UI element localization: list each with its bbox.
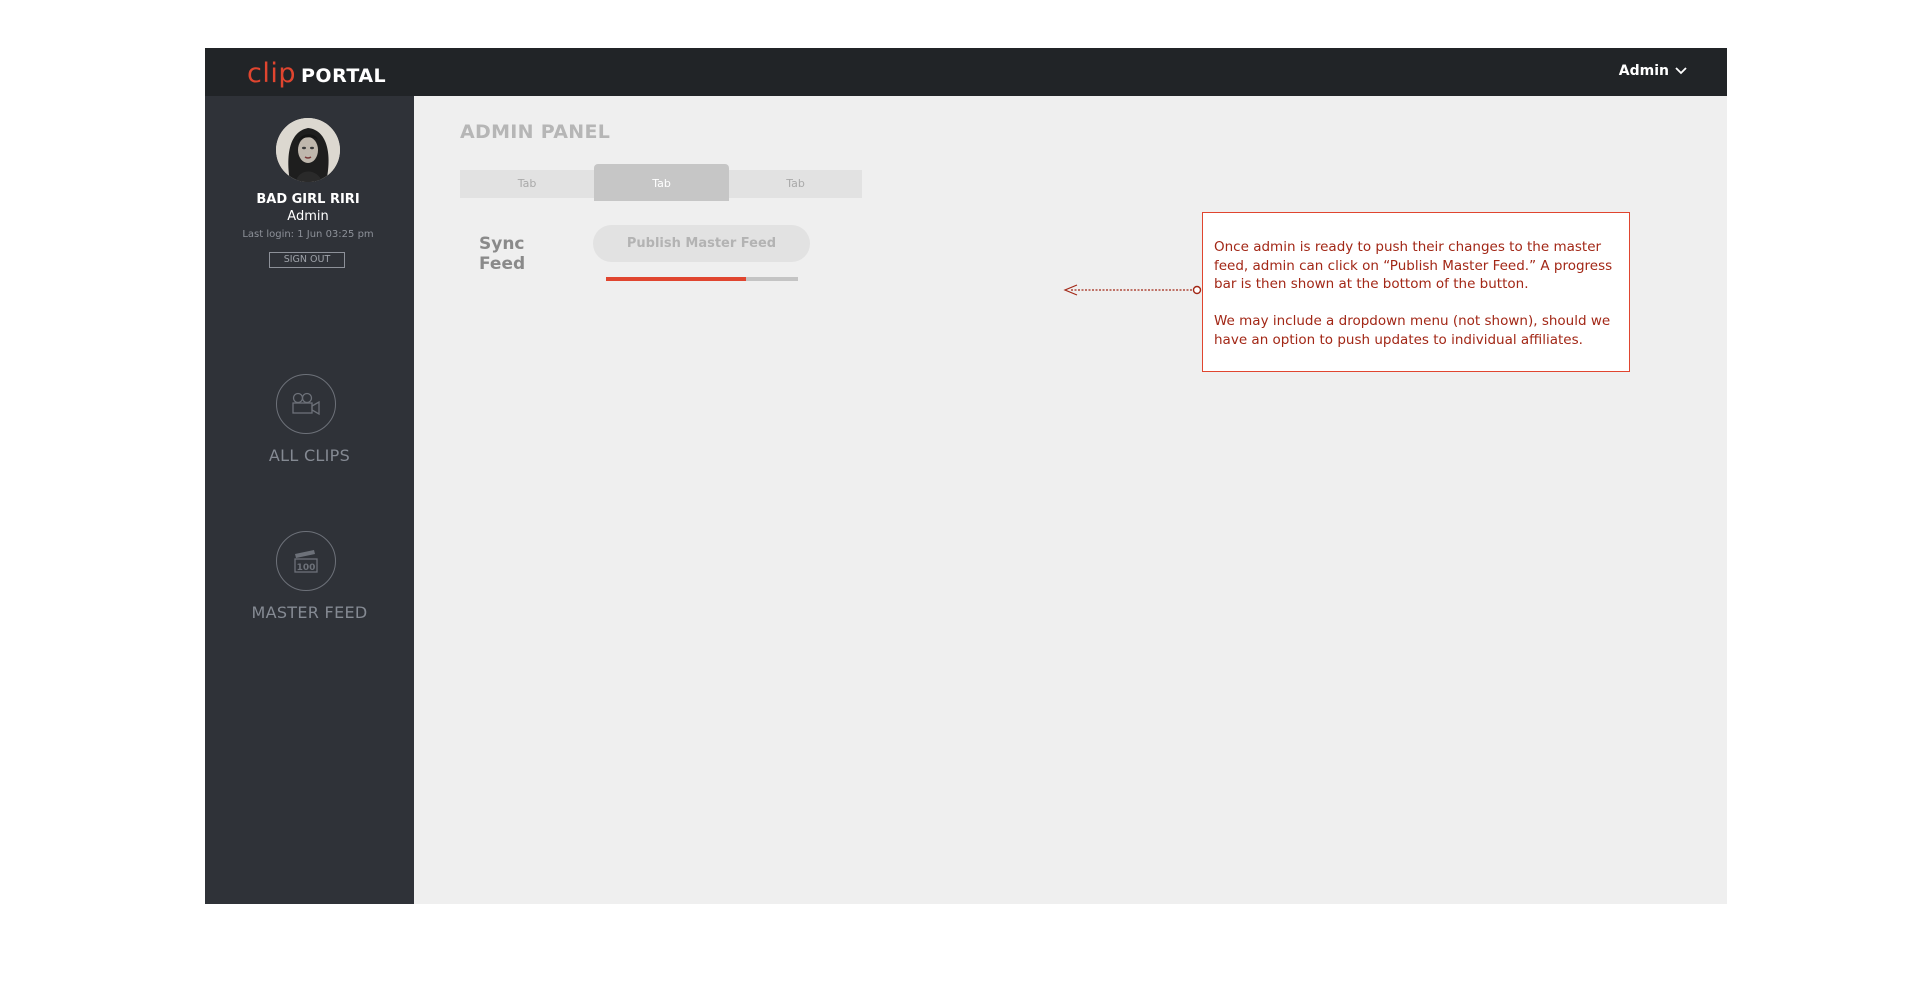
nav-icon-circle: 100: [276, 531, 336, 591]
clip-portal-logo[interactable]: clip PORTAL: [247, 58, 386, 89]
svg-text:100: 100: [297, 563, 316, 573]
annotation-paragraph-1: Once admin is ready to push their change…: [1214, 239, 1613, 292]
sync-feed-label: Sync Feed: [479, 234, 526, 274]
user-role: Admin: [287, 209, 329, 224]
annotation-arrow-connector: [1063, 284, 1202, 296]
tab-1[interactable]: Tab: [460, 170, 594, 198]
annotation-paragraph-2: We may include a dropdown menu (not show…: [1214, 313, 1611, 348]
avatar-portrait-image: [276, 118, 340, 182]
sidebar-item-label: ALL CLIPS: [268, 446, 351, 465]
page-title: ADMIN PANEL: [460, 121, 611, 143]
tab-bar: Tab Tab Tab: [460, 164, 862, 201]
tab-3[interactable]: Tab: [729, 170, 862, 198]
top-bar: clip PORTAL Admin: [205, 48, 1727, 96]
logo-portal-text: PORTAL: [301, 65, 387, 87]
sidebar: BAD GIRL RIRI Admin Last login: 1 Jun 03…: [205, 96, 414, 904]
chevron-down-icon: [1675, 67, 1687, 75]
publish-progress-bar: [606, 277, 798, 281]
nav-icon-circle: [276, 374, 336, 434]
publish-progress-fill: [606, 277, 747, 281]
admin-menu-label: Admin: [1618, 63, 1669, 79]
app-window: clip PORTAL Admin BAD GIRL RIRI Admin La…: [205, 48, 1727, 904]
clapperboard-feed-icon: 100: [294, 550, 318, 573]
avatar[interactable]: [276, 118, 340, 182]
sign-out-button[interactable]: SIGN OUT: [269, 252, 345, 268]
user-name: BAD GIRL RIRI: [256, 192, 360, 207]
admin-user-menu[interactable]: Admin: [1619, 63, 1687, 79]
annotation-note: Once admin is ready to push their change…: [1202, 212, 1630, 372]
video-camera-icon: [292, 392, 320, 416]
logo-clip-text: clip: [247, 58, 296, 89]
tab-2-active[interactable]: Tab: [594, 164, 729, 201]
publish-master-feed-button[interactable]: Publish Master Feed: [593, 225, 810, 262]
last-login-text: Last login: 1 Jun 03:25 pm: [242, 229, 374, 240]
sidebar-item-label: MASTER FEED: [251, 603, 368, 622]
